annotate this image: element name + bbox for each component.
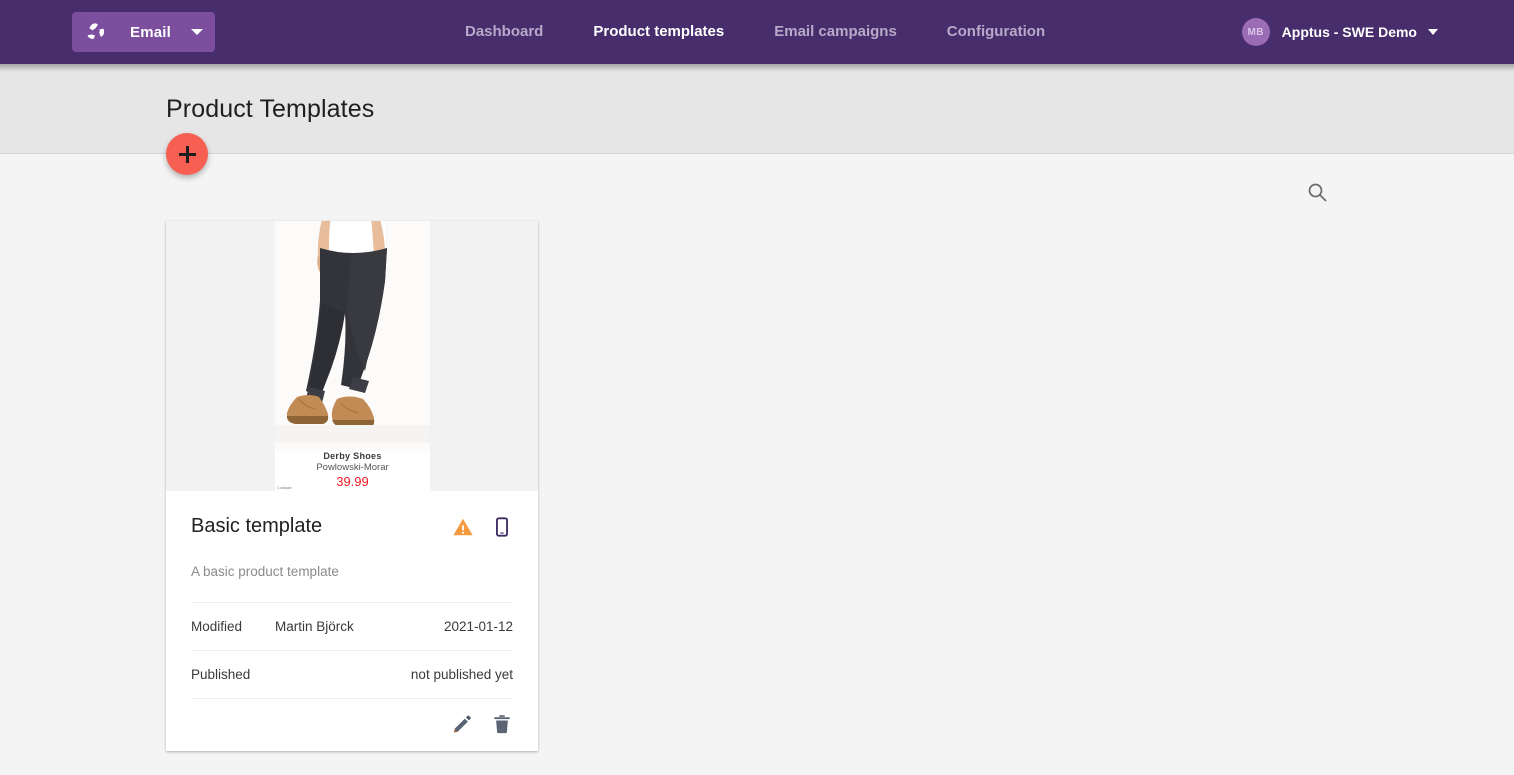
account-name: Apptus - SWE Demo	[1281, 24, 1417, 40]
table-row: Modified Martin Björck 2021-01-12	[191, 602, 513, 651]
search-icon	[1308, 183, 1327, 202]
trash-icon[interactable]	[491, 713, 513, 735]
card-meta-table: Modified Martin Björck 2021-01-12 Publis…	[191, 602, 513, 698]
table-row: Published not published yet	[191, 650, 513, 699]
chevron-down-icon	[1428, 29, 1438, 35]
brand-label: Email	[129, 23, 172, 41]
top-navigation-bar: Email Dashboard Product templates Email …	[0, 0, 1514, 64]
meta-value-published-by	[275, 651, 379, 699]
collapse-label[interactable]: Collapse	[277, 486, 292, 490]
email-app-switcher-button[interactable]: Email	[72, 12, 215, 52]
product-brand: Powlowski-Morar	[316, 462, 389, 473]
primary-nav: Dashboard Product templates Email campai…	[440, 0, 1070, 64]
nav-item-dashboard[interactable]: Dashboard	[440, 0, 568, 64]
nav-item-configuration[interactable]: Configuration	[922, 0, 1070, 64]
smartphone-icon[interactable]	[491, 516, 513, 538]
pencil-icon[interactable]	[451, 713, 473, 735]
pinwheel-logo-icon	[87, 23, 105, 40]
warning-triangle-icon[interactable]	[452, 516, 474, 538]
product-name: Derby Shoes	[323, 451, 382, 461]
card-title: Basic template	[191, 515, 323, 537]
meta-value-modified-date: 2021-01-12	[443, 619, 513, 634]
page-title: Product Templates	[166, 95, 375, 123]
card-description: A basic product template	[191, 564, 339, 579]
page-header-band: Product Templates	[0, 64, 1514, 154]
status-badge: not published yet	[410, 667, 513, 682]
account-menu[interactable]: MB Apptus - SWE Demo	[1241, 0, 1438, 64]
add-template-button[interactable]	[166, 133, 208, 175]
product-thumbnail: Derby Shoes Powlowski-Morar 39.99 Collap…	[275, 221, 430, 491]
card-title-row: Basic template	[191, 491, 513, 538]
nav-item-email-campaigns[interactable]: Email campaigns	[749, 0, 922, 64]
template-card[interactable]: Derby Shoes Powlowski-Morar 39.99 Collap…	[166, 221, 538, 751]
meta-value-modified-by: Martin Björck	[275, 619, 354, 634]
meta-label-modified: Modified	[191, 619, 243, 634]
card-actions	[191, 698, 513, 751]
template-preview[interactable]: Derby Shoes Powlowski-Morar 39.99 Collap…	[166, 221, 538, 491]
card-body: Basic template A basic product template …	[166, 491, 538, 751]
thumbnail-caption: Derby Shoes Powlowski-Morar 39.99	[275, 451, 430, 491]
chevron-down-icon	[191, 29, 203, 35]
avatar: MB	[1241, 18, 1270, 46]
meta-label-published: Published	[191, 667, 251, 682]
product-price: 39.99	[336, 474, 369, 489]
search-button[interactable]	[1305, 180, 1329, 204]
plus-icon	[178, 145, 196, 163]
nav-item-product-templates[interactable]: Product templates	[568, 0, 749, 64]
